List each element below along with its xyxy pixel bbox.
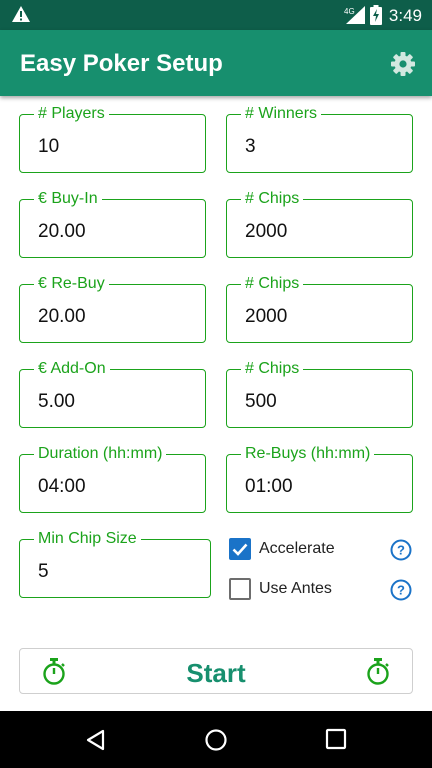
- players-label: # Players: [34, 104, 109, 124]
- battery-icon: [370, 5, 382, 25]
- rebuys-period-input[interactable]: 01:00: [245, 475, 293, 499]
- rebuy-input[interactable]: 20.00: [38, 305, 86, 329]
- players-input[interactable]: 10: [38, 135, 59, 159]
- accelerate-help-icon[interactable]: ?: [390, 539, 412, 561]
- stopwatch-icon: [367, 658, 389, 685]
- rebuy-chips-input[interactable]: 2000: [245, 305, 287, 329]
- rebuy-chips-label: # Chips: [241, 274, 304, 294]
- start-button[interactable]: Start: [19, 648, 413, 694]
- svg-text:?: ?: [397, 583, 405, 598]
- winners-label: # Winners: [241, 104, 322, 124]
- addon-input[interactable]: 5.00: [38, 390, 75, 414]
- checkmark-icon: [232, 543, 248, 556]
- addon-chips-field[interactable]: # Chips 500: [226, 359, 413, 428]
- rebuy-chips-field[interactable]: # Chips 2000: [226, 274, 413, 343]
- addon-label: € Add-On: [34, 359, 110, 379]
- winners-field[interactable]: # Winners 3: [226, 104, 413, 173]
- antes-help-icon[interactable]: ?: [390, 579, 412, 601]
- buyin-chips-field[interactable]: # Chips 2000: [226, 189, 413, 258]
- players-field[interactable]: # Players 10: [19, 104, 206, 173]
- rebuys-period-field[interactable]: Re-Buys (hh:mm) 01:00: [226, 444, 413, 513]
- cell-signal-icon: 4G: [344, 6, 365, 24]
- buyin-chips-input[interactable]: 2000: [245, 220, 287, 244]
- start-label: Start: [186, 658, 246, 688]
- app-title: Easy Poker Setup: [20, 50, 223, 77]
- home-icon[interactable]: [204, 728, 228, 752]
- accelerate-label[interactable]: Accelerate: [259, 540, 335, 558]
- addon-chips-label: # Chips: [241, 359, 304, 379]
- buyin-label: € Buy-In: [34, 189, 102, 209]
- svg-text:?: ?: [397, 543, 405, 558]
- accelerate-checkbox[interactable]: [229, 538, 251, 560]
- status-bar: 4G 3:49: [0, 0, 432, 30]
- warning-icon: [12, 6, 30, 22]
- network-type: 4G: [344, 7, 355, 16]
- rebuys-period-label: Re-Buys (hh:mm): [241, 444, 375, 464]
- min-chip-size-label: Min Chip Size: [34, 529, 141, 549]
- navigation-bar: [0, 711, 432, 768]
- duration-label: Duration (hh:mm): [34, 444, 167, 464]
- addon-chips-input[interactable]: 500: [245, 390, 277, 414]
- winners-input[interactable]: 3: [245, 135, 256, 159]
- buyin-input[interactable]: 20.00: [38, 220, 86, 244]
- buyin-field[interactable]: € Buy-In 20.00: [19, 189, 206, 258]
- duration-field[interactable]: Duration (hh:mm) 04:00: [19, 444, 206, 513]
- gear-icon[interactable]: [390, 51, 416, 77]
- use-antes-label[interactable]: Use Antes: [259, 580, 332, 598]
- clock: 3:49: [388, 6, 422, 25]
- rebuy-label: € Re-Buy: [34, 274, 109, 294]
- use-antes-checkbox[interactable]: [229, 578, 251, 600]
- buyin-chips-label: # Chips: [241, 189, 304, 209]
- back-icon[interactable]: [84, 728, 108, 752]
- duration-input[interactable]: 04:00: [38, 475, 86, 499]
- min-chip-size-field[interactable]: Min Chip Size 5: [19, 529, 211, 598]
- min-chip-size-input[interactable]: 5: [38, 560, 49, 584]
- app-bar: Easy Poker Setup: [0, 30, 432, 96]
- rebuy-field[interactable]: € Re-Buy 20.00: [19, 274, 206, 343]
- recents-icon[interactable]: [325, 728, 347, 750]
- addon-field[interactable]: € Add-On 5.00: [19, 359, 206, 428]
